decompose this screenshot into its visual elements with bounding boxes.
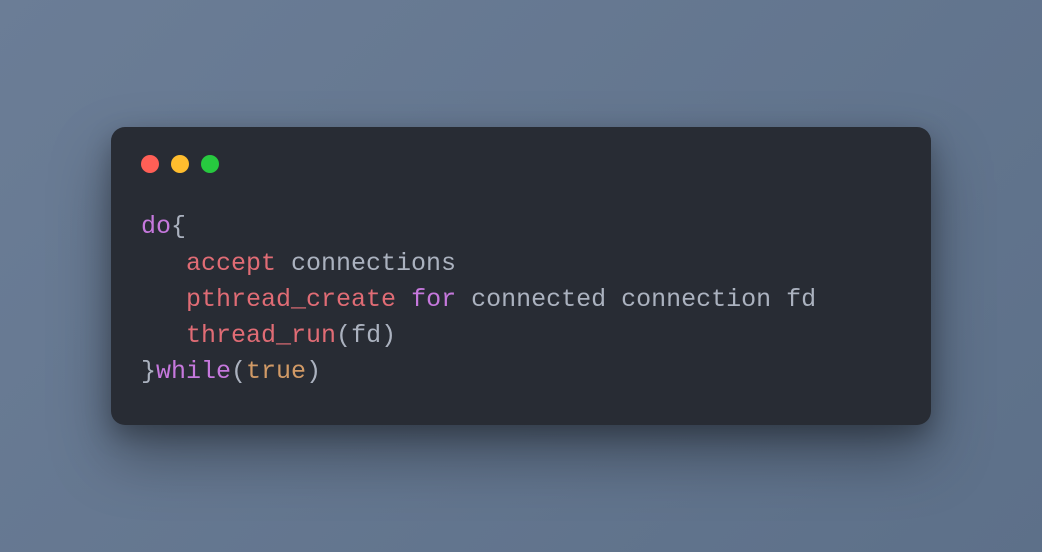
paren-close: ) (306, 357, 321, 386)
paren-close: ) (381, 321, 396, 350)
code-window: do{ accept connections pthread_create fo… (111, 127, 931, 424)
keyword-while: while (156, 357, 231, 386)
token-pthread-create: pthread_create (186, 285, 396, 314)
paren-open: ( (231, 357, 246, 386)
close-icon[interactable] (141, 155, 159, 173)
brace-open: { (171, 212, 186, 241)
indent (141, 285, 186, 314)
keyword-do: do (141, 212, 171, 241)
text-connections: connections (276, 249, 456, 278)
paren-open: ( (336, 321, 351, 350)
token-thread-run: thread_run (186, 321, 336, 350)
arg-fd: fd (351, 321, 381, 350)
keyword-for: for (411, 285, 456, 314)
literal-true: true (246, 357, 306, 386)
brace-close: } (141, 357, 156, 386)
code-block: do{ accept connections pthread_create fo… (141, 209, 901, 390)
space (396, 285, 411, 314)
token-accept: accept (186, 249, 276, 278)
minimize-icon[interactable] (171, 155, 189, 173)
indent (141, 321, 186, 350)
text-connected-connection-fd: connected connection fd (456, 285, 816, 314)
indent (141, 249, 186, 278)
maximize-icon[interactable] (201, 155, 219, 173)
window-controls (141, 155, 901, 173)
